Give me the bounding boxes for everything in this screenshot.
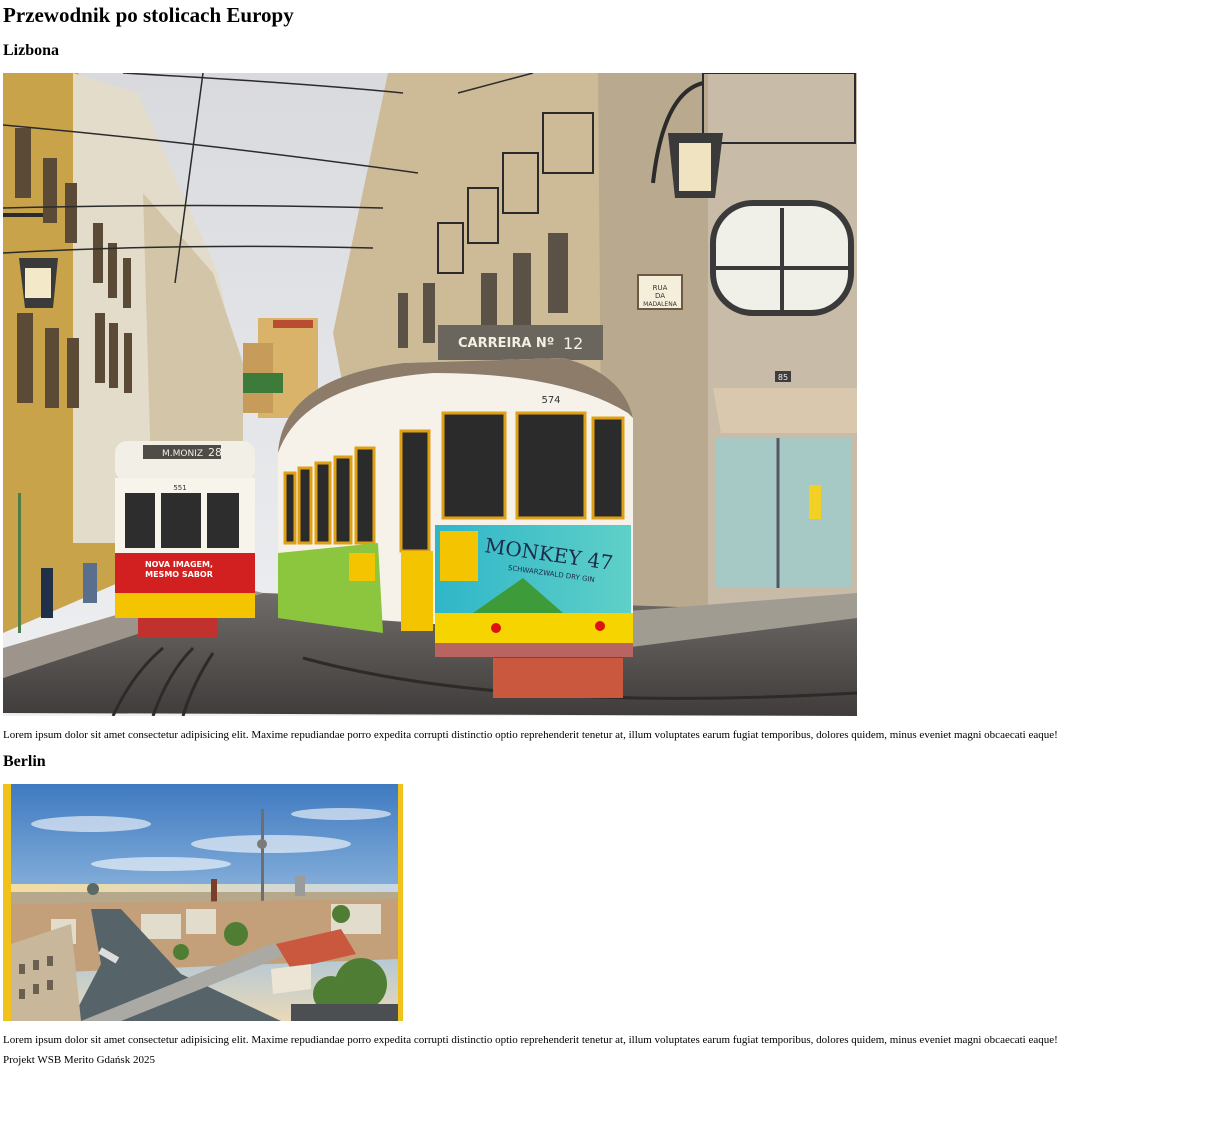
- svg-text:85: 85: [778, 373, 788, 382]
- svg-text:28: 28: [208, 446, 222, 459]
- svg-text:RUA: RUA: [653, 284, 668, 292]
- svg-text:CARREIRA Nº: CARREIRA Nº: [458, 336, 554, 351]
- tram-left: M.MONIZ 28 551 NOVA IMAGEM, MESMO SABOR: [115, 441, 255, 638]
- lizbona-description: Lorem ipsum dolor sit amet consectetur a…: [3, 729, 1058, 741]
- berlin-image-frame: [3, 784, 403, 1021]
- svg-text:NOVA IMAGEM,: NOVA IMAGEM,: [145, 560, 213, 569]
- page: Przewodnik po stolicach Europy Lizbona R…: [0, 0, 1212, 1141]
- footer: Projekt WSB Merito Gdańsk 2025: [3, 1054, 155, 1066]
- svg-text:MESMO SABOR: MESMO SABOR: [145, 570, 213, 579]
- section-heading-berlin: Berlin: [3, 753, 46, 770]
- berlin-cityscape-image: [11, 784, 398, 1021]
- section-heading-lizbona: Lizbona: [3, 42, 60, 59]
- svg-text:12: 12: [563, 334, 583, 353]
- svg-text:M.MONIZ: M.MONIZ: [162, 449, 203, 459]
- page-title: Przewodnik po stolicach Europy: [3, 3, 294, 27]
- lisbon-tram-image: RUA DA MADALENA 85 M.MONIZ 28 551 NOVA I…: [3, 73, 857, 716]
- svg-text:551: 551: [173, 484, 186, 492]
- svg-text:DA: DA: [655, 292, 665, 300]
- svg-text:574: 574: [541, 395, 560, 406]
- svg-text:MADALENA: MADALENA: [643, 301, 678, 308]
- berlin-description: Lorem ipsum dolor sit amet consectetur a…: [3, 1034, 1058, 1046]
